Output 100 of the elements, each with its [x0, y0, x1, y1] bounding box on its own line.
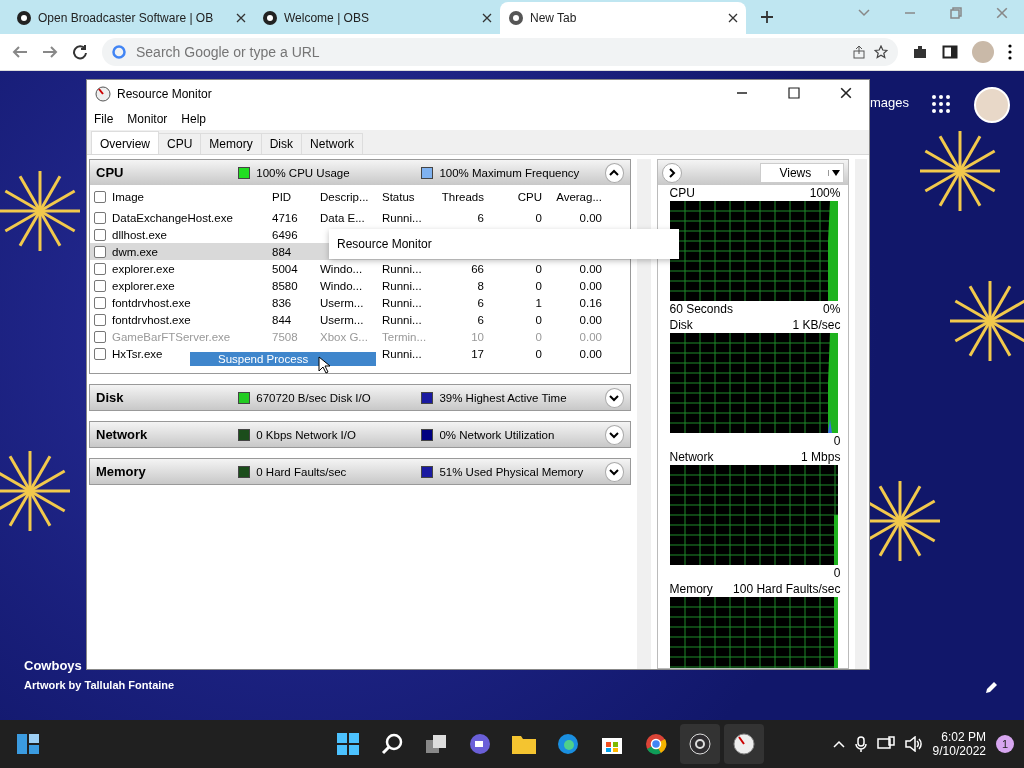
sidebar-icon[interactable] — [942, 44, 958, 60]
table-cell-text: Xbox G... — [319, 330, 369, 343]
table-cell: HxTsr.exe — [112, 347, 163, 360]
stat-label: 0% Network Utilization — [439, 428, 555, 441]
checkbox[interactable] — [94, 313, 106, 326]
column-header[interactable]: CPU — [490, 191, 548, 203]
reload-icon[interactable] — [72, 44, 88, 60]
chevron-down-icon[interactable] — [858, 7, 870, 19]
pencil-icon[interactable] — [984, 681, 998, 695]
scrollbar[interactable] — [855, 159, 867, 669]
expand-button[interactable] — [661, 162, 682, 183]
puzzle-icon[interactable] — [912, 44, 928, 60]
table-cell-text: 0 — [534, 313, 543, 326]
column-header[interactable]: PID — [268, 191, 316, 203]
images-link[interactable]: mages — [870, 95, 910, 110]
section-header[interactable]: Network 0 Kbps Network I/O 0% Network Utilization — [90, 422, 630, 447]
expand-button[interactable] — [604, 461, 624, 482]
gauge-icon[interactable] — [724, 724, 764, 764]
graph-scale-label: 1 Mbps — [801, 450, 841, 464]
address-bar[interactable]: Search Google or type a URL — [102, 38, 898, 66]
section-header[interactable]: Disk 670720 B/sec Disk I/O 39% Highest Active Time — [90, 385, 630, 410]
close-icon[interactable] — [482, 13, 492, 23]
scrollbar[interactable] — [637, 159, 651, 669]
section-title: Disk — [96, 390, 125, 405]
speaker-icon[interactable] — [904, 736, 923, 752]
checkbox[interactable] — [94, 262, 106, 275]
table-cell-text: 0.00 — [578, 262, 603, 275]
tab[interactable]: Overview — [91, 131, 159, 154]
checkbox[interactable] — [94, 191, 106, 203]
table-cell-text: 1 — [534, 296, 543, 309]
stat-label: 670720 B/sec Disk I/O — [256, 391, 371, 404]
views-dropdown[interactable]: Views — [760, 162, 845, 183]
table-cell: GameBarFTServer.exe — [112, 330, 231, 343]
expand-button[interactable] — [604, 424, 624, 445]
forward-arrow-icon[interactable] — [42, 44, 58, 60]
window-title: Resource Monitor — [117, 87, 212, 101]
checkbox[interactable] — [94, 347, 106, 360]
share-icon[interactable] — [852, 45, 866, 59]
table-cell: explorer.exe — [112, 279, 175, 292]
chevron-up-icon[interactable] — [832, 738, 845, 750]
stat-label: 51% Used Physical Memory — [439, 465, 584, 478]
menu-item[interactable]: Monitor — [127, 112, 168, 126]
caret-icon — [832, 169, 841, 176]
graph-time-label: 60 Seconds — [669, 302, 733, 316]
close-icon[interactable] — [236, 13, 246, 23]
browser-tab[interactable]: Welcome | OBS — [254, 2, 500, 34]
microphone-icon[interactable] — [854, 736, 867, 752]
section-header[interactable]: Memory 0 Hard Faults/sec 51% Used Physical Memory — [90, 459, 630, 484]
table-cell-text: 5004 — [271, 262, 299, 275]
table-cell-text: Runni... — [381, 262, 423, 275]
apps-grid-icon[interactable] — [932, 95, 950, 113]
notification-badge[interactable]: 1 — [996, 735, 1014, 753]
close-icon[interactable] — [840, 87, 852, 99]
expand-button[interactable] — [604, 387, 624, 408]
clock[interactable]: 6:02 PM 9/10/2022 — [932, 730, 986, 758]
column-header[interactable]: Descrip... — [316, 191, 378, 203]
checkbox[interactable] — [94, 211, 106, 224]
menu-item[interactable]: Help — [181, 112, 207, 126]
column-header[interactable]: Image — [112, 191, 144, 203]
browser-tab[interactable]: New Tab — [500, 2, 746, 34]
table-cell-text: 66 — [470, 262, 485, 275]
table-cell: dwm.exe — [112, 245, 159, 258]
section-header[interactable]: CPU 100% CPU Usage 100% Maximum Frequency — [90, 160, 630, 185]
table-cell-text: 0.00 — [578, 347, 603, 360]
tab[interactable]: Memory — [200, 133, 262, 154]
table-cell-text: 0.00 — [578, 330, 603, 343]
collapse-button[interactable] — [604, 162, 624, 183]
tab[interactable]: Network — [301, 133, 364, 154]
table-cell-text: Windo... — [319, 262, 364, 275]
network-icon[interactable] — [876, 736, 895, 752]
profile-avatar[interactable] — [974, 87, 1010, 123]
table-cell: fontdrvhost.exe — [112, 296, 191, 309]
graph-scale-label: 1 KB/sec — [792, 318, 841, 332]
back-arrow-icon[interactable] — [12, 44, 28, 60]
table-cell-text: 7508 — [271, 330, 299, 343]
checkbox[interactable] — [94, 296, 106, 309]
column-header[interactable]: Threads — [434, 191, 490, 203]
browser-tab[interactable]: Open Broadcaster Software | OB — [8, 2, 254, 34]
chevron-right-icon — [667, 167, 676, 178]
checkbox[interactable] — [94, 228, 106, 241]
more-icon[interactable] — [1008, 44, 1012, 60]
table-cell-text: Runni... — [381, 211, 423, 224]
maximize-icon[interactable] — [788, 87, 800, 99]
checkbox[interactable] — [94, 279, 106, 292]
graph-scale-label: 100% — [809, 186, 841, 200]
table-cell-text: 4716 — [271, 211, 299, 224]
column-header[interactable]: Averag... — [548, 191, 608, 203]
table-cell-text: 0.00 — [578, 279, 603, 292]
obs-icon[interactable] — [680, 724, 720, 764]
table-cell-text: 0 — [534, 347, 543, 360]
drag-label: Suspend Process — [190, 352, 376, 366]
menu-item[interactable]: File — [94, 112, 114, 126]
table-cell-text: 6 — [476, 211, 485, 224]
tooltip: Resource Monitor — [329, 229, 679, 259]
column-header[interactable]: Status — [378, 191, 434, 203]
close-icon[interactable] — [728, 13, 738, 23]
star-icon[interactable] — [874, 45, 888, 59]
checkbox[interactable] — [94, 245, 106, 258]
table-cell-text: 0.00 — [578, 313, 603, 326]
plus-icon[interactable] — [760, 10, 774, 24]
